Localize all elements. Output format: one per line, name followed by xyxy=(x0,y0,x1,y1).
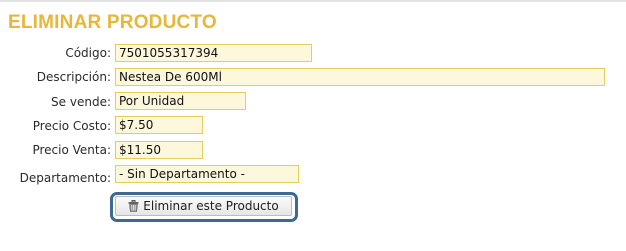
codigo-field: 7501055317394 xyxy=(115,44,312,62)
departamento-label: Departamento: xyxy=(19,171,111,185)
precio-costo-field: $7.50 xyxy=(115,116,203,134)
se-vende-field: Por Unidad xyxy=(115,92,246,110)
top-divider xyxy=(0,0,626,2)
descripcion-label: Descripción: xyxy=(36,70,111,84)
delete-product-button[interactable]: Eliminar este Producto xyxy=(115,196,292,216)
precio-venta-label: Precio Venta: xyxy=(32,143,111,157)
delete-product-button-label: Eliminar este Producto xyxy=(143,199,279,213)
departamento-field: - Sin Departamento - xyxy=(115,165,299,183)
precio-costo-label: Precio Costo: xyxy=(32,119,111,133)
trash-icon xyxy=(128,200,139,212)
se-vende-label: Se vende: xyxy=(51,95,111,109)
descripcion-field: Nestea De 600Ml xyxy=(115,68,605,86)
codigo-label: Código: xyxy=(65,46,111,60)
page-title: ELIMINAR PRODUCTO xyxy=(8,12,217,33)
precio-venta-field: $11.50 xyxy=(115,141,203,159)
